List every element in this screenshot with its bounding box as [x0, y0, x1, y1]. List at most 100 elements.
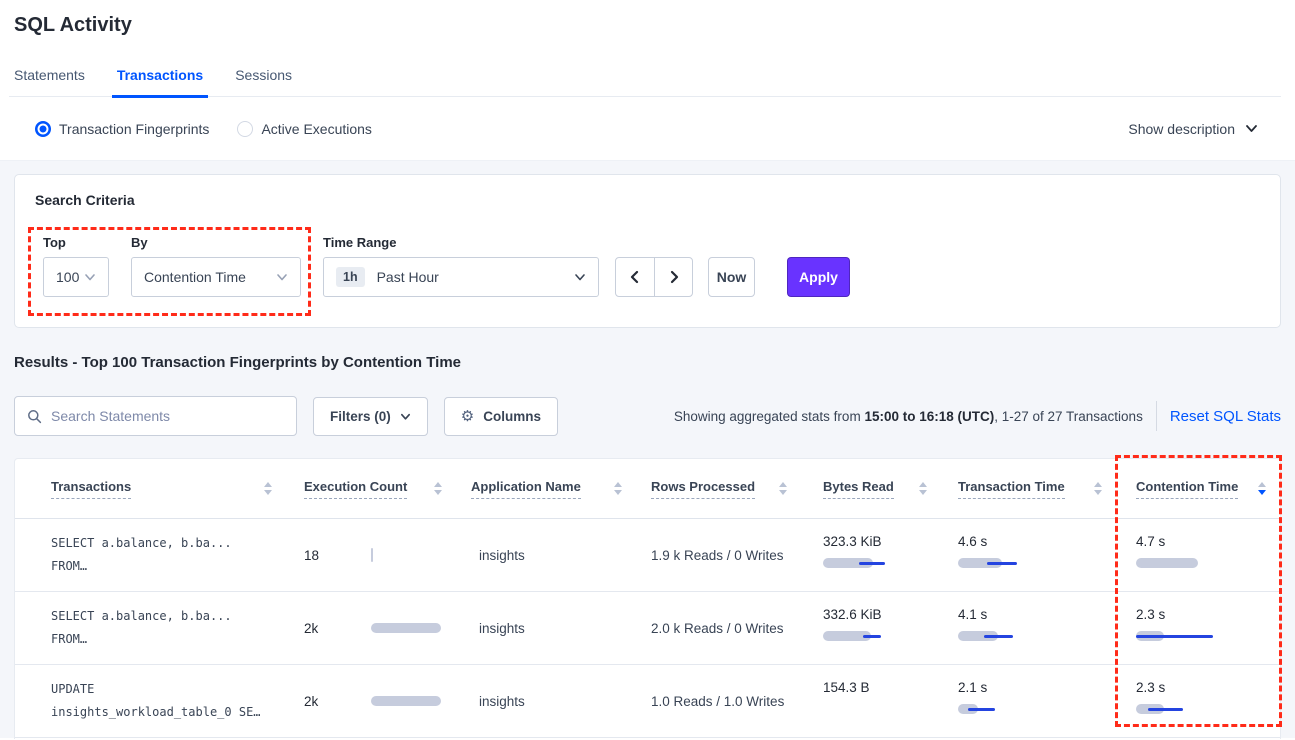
- contention-time-value: 2.3 s: [1136, 680, 1280, 695]
- sort-icon[interactable]: [434, 482, 442, 495]
- by-select-value: Contention Time: [144, 269, 276, 285]
- contention-time-bar: [1136, 703, 1236, 715]
- time-range-label: Time Range: [323, 235, 599, 250]
- search-criteria-row: Top 100 By Contention Time Time Range 1h…: [35, 235, 1260, 297]
- top-label: Top: [43, 235, 109, 250]
- col-header-rows-processed[interactable]: Rows Processed: [636, 479, 801, 499]
- col-header-label[interactable]: Transactions: [51, 479, 131, 499]
- radio-unselected-icon: [237, 121, 253, 137]
- stats-time-range: 15:00 to 16:18 (UTC): [864, 409, 994, 424]
- transaction-time-cell: 4.1 s: [941, 592, 1116, 642]
- col-header-application-name[interactable]: Application Name: [456, 479, 636, 499]
- filters-button[interactable]: Filters (0): [313, 397, 428, 436]
- time-range-value: Past Hour: [377, 269, 574, 285]
- time-range-pager: [615, 257, 693, 297]
- by-label: By: [131, 235, 301, 250]
- sort-icon[interactable]: [1094, 482, 1102, 495]
- bytes-read-bar: [823, 630, 923, 642]
- columns-label: Columns: [483, 409, 541, 424]
- previous-time-button[interactable]: [616, 258, 654, 296]
- transaction-fingerprint-link[interactable]: SELECT a.balance, b.ba... FROM…: [15, 605, 286, 651]
- col-header-label[interactable]: Contention Time: [1136, 479, 1238, 499]
- search-criteria-heading: Search Criteria: [35, 192, 1260, 208]
- transaction-fingerprint-link[interactable]: UPDATE insights_workload_table_0 SE…: [15, 678, 286, 724]
- contention-time-bar: [1136, 630, 1236, 642]
- sort-icon-active-desc[interactable]: [1258, 482, 1266, 495]
- col-header-bytes-read[interactable]: Bytes Read: [801, 479, 941, 499]
- transaction-time-bar: [958, 557, 1058, 569]
- chevron-down-icon: [276, 271, 288, 283]
- sql-line: UPDATE: [51, 678, 286, 701]
- bytes-read-cell: 154.3 B: [801, 665, 941, 715]
- col-header-label[interactable]: Execution Count: [304, 479, 407, 499]
- aggregated-stats-text: Showing aggregated stats from 15:00 to 1…: [674, 409, 1143, 424]
- col-header-label[interactable]: Rows Processed: [651, 479, 755, 499]
- application-name-cell: insights: [456, 548, 636, 563]
- time-range-badge: 1h: [336, 267, 365, 287]
- search-statements-input[interactable]: [51, 408, 284, 424]
- execution-count-value: 18: [304, 548, 371, 563]
- rows-processed-cell: 1.9 k Reads / 0 Writes: [636, 548, 801, 563]
- transaction-time-value: 2.1 s: [958, 680, 1116, 695]
- col-header-contention-time[interactable]: Contention Time: [1116, 479, 1280, 499]
- tab-statements[interactable]: Statements: [9, 59, 90, 96]
- reset-sql-stats-link[interactable]: Reset SQL Stats: [1170, 408, 1281, 425]
- radio-label: Active Executions: [261, 121, 372, 137]
- time-range-field: Time Range 1h Past Hour: [323, 235, 599, 297]
- col-header-label[interactable]: Bytes Read: [823, 479, 894, 499]
- col-header-transaction-time[interactable]: Transaction Time: [941, 479, 1116, 499]
- radio-transaction-fingerprints[interactable]: Transaction Fingerprints: [35, 121, 209, 137]
- show-description-label: Show description: [1128, 121, 1235, 137]
- by-field: By Contention Time: [131, 235, 301, 297]
- transaction-time-bar: [958, 703, 1058, 715]
- chevron-down-icon: [400, 411, 411, 422]
- table-row: SELECT a.balance, b.ba... FROM… 2k insig…: [15, 592, 1280, 665]
- columns-button[interactable]: ⚙ Columns: [444, 397, 558, 436]
- bytes-read-value: 323.3 KiB: [823, 534, 941, 549]
- sort-icon[interactable]: [264, 482, 272, 495]
- page-header: SQL Activity Statements Transactions Ses…: [0, 0, 1295, 97]
- top-select-value: 100: [56, 269, 84, 285]
- execution-count-value: 2k: [304, 621, 371, 636]
- toolbar-divider: [1156, 401, 1157, 431]
- col-header-execution-count[interactable]: Execution Count: [286, 479, 456, 499]
- results-heading: Results - Top 100 Transaction Fingerprin…: [14, 354, 1281, 371]
- by-select[interactable]: Contention Time: [131, 257, 301, 297]
- col-header-label[interactable]: Transaction Time: [958, 479, 1065, 499]
- tab-sessions[interactable]: Sessions: [230, 59, 297, 96]
- search-criteria-card: Search Criteria Top 100 By Contention Ti…: [14, 174, 1281, 328]
- col-header-label[interactable]: Application Name: [471, 479, 581, 499]
- page-title: SQL Activity: [14, 14, 1281, 37]
- apply-button[interactable]: Apply: [787, 257, 850, 297]
- now-button[interactable]: Now: [708, 257, 755, 297]
- execution-count-bar: [371, 695, 456, 707]
- application-name-cell: insights: [456, 694, 636, 709]
- contention-time-value: 2.3 s: [1136, 607, 1280, 622]
- time-range-select[interactable]: 1h Past Hour: [323, 257, 599, 297]
- sort-icon[interactable]: [919, 482, 927, 495]
- transaction-time-cell: 4.6 s: [941, 519, 1116, 569]
- contention-time-value: 4.7 s: [1136, 534, 1280, 549]
- sort-icon[interactable]: [779, 482, 787, 495]
- chevron-down-icon: [574, 271, 586, 283]
- sql-line: FROM…: [51, 555, 286, 578]
- transaction-time-cell: 2.1 s: [941, 665, 1116, 715]
- filters-label: Filters (0): [330, 409, 391, 424]
- show-description-toggle[interactable]: Show description: [1128, 121, 1259, 137]
- sql-line: SELECT a.balance, b.ba...: [51, 605, 286, 628]
- chevron-left-icon: [628, 270, 642, 284]
- sort-icon[interactable]: [614, 482, 622, 495]
- search-icon: [27, 409, 42, 424]
- top-select[interactable]: 100: [43, 257, 109, 297]
- contention-time-bar: [1136, 557, 1236, 569]
- col-header-transactions[interactable]: Transactions: [15, 479, 286, 499]
- execution-count-bar: [371, 549, 456, 561]
- bytes-read-bar: [823, 703, 923, 715]
- execution-count-cell: 2k: [286, 621, 456, 636]
- execution-count-cell: 18: [286, 548, 456, 563]
- next-time-button[interactable]: [654, 258, 692, 296]
- tab-transactions[interactable]: Transactions: [112, 59, 208, 98]
- chevron-down-icon: [1244, 121, 1259, 136]
- radio-active-executions[interactable]: Active Executions: [237, 121, 372, 137]
- transaction-fingerprint-link[interactable]: SELECT a.balance, b.ba... FROM…: [15, 532, 286, 578]
